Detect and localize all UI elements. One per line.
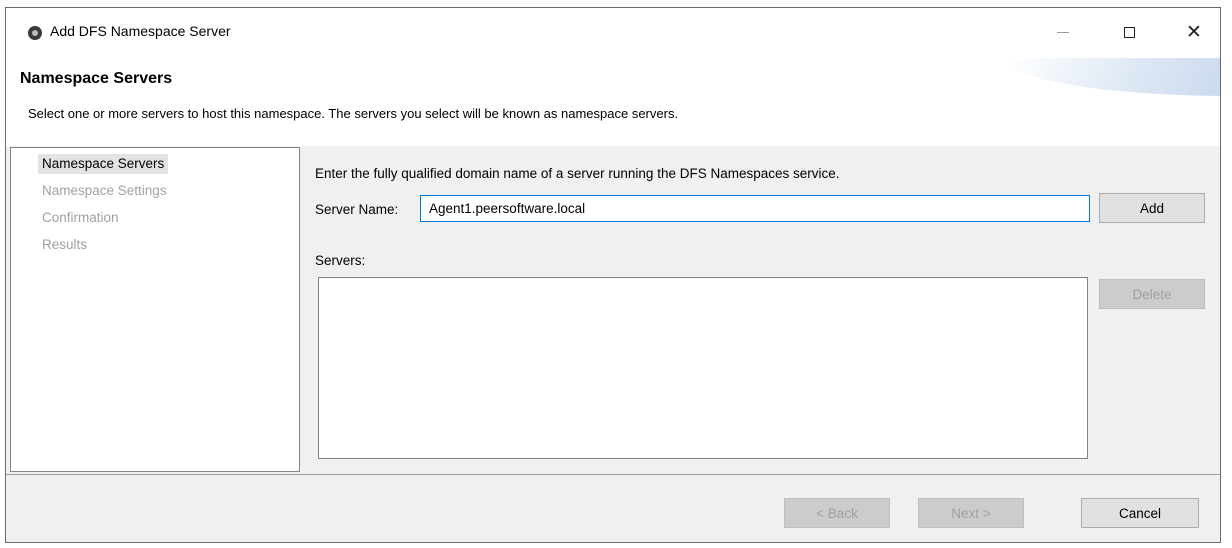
title-bar: Add DFS Namespace Server ✕ xyxy=(6,8,1220,58)
content-panel: Enter the fully qualified domain name of… xyxy=(301,147,1217,472)
cancel-button[interactable]: Cancel xyxy=(1081,498,1199,528)
server-name-input[interactable] xyxy=(420,195,1090,222)
step-confirmation: Confirmation xyxy=(42,210,119,225)
footer-divider xyxy=(6,474,1220,475)
minimize-button[interactable] xyxy=(1040,8,1086,56)
back-button[interactable]: < Back xyxy=(784,498,890,528)
instruction-text: Enter the fully qualified domain name of… xyxy=(315,166,840,181)
delete-button[interactable]: Delete xyxy=(1099,279,1205,309)
servers-list[interactable] xyxy=(318,277,1088,459)
dialog-window: Add DFS Namespace Server ✕ Namespace Ser… xyxy=(5,7,1221,543)
minimize-icon xyxy=(1057,31,1069,33)
wizard-header: Namespace Servers Select one or more ser… xyxy=(6,58,1220,146)
servers-label: Servers: xyxy=(315,253,366,268)
step-results: Results xyxy=(42,237,88,252)
app-logo-icon xyxy=(28,26,42,40)
step-namespace-servers[interactable]: Namespace Servers xyxy=(38,154,169,174)
next-button[interactable]: Next > xyxy=(918,498,1024,528)
close-icon: ✕ xyxy=(1186,21,1202,43)
window-title: Add DFS Namespace Server xyxy=(50,23,231,39)
header-banner-graphic xyxy=(992,58,1220,96)
page-description: Select one or more servers to host this … xyxy=(28,106,679,121)
step-namespace-settings: Namespace Settings xyxy=(42,183,167,198)
server-name-label: Server Name: xyxy=(315,202,399,217)
page-title: Namespace Servers xyxy=(20,70,173,87)
close-button[interactable]: ✕ xyxy=(1171,8,1217,56)
wizard-steps-panel: Namespace Servers Namespace Settings Con… xyxy=(10,147,300,472)
maximize-button[interactable] xyxy=(1106,8,1152,56)
maximize-icon xyxy=(1123,26,1135,38)
add-button[interactable]: Add xyxy=(1099,193,1205,223)
